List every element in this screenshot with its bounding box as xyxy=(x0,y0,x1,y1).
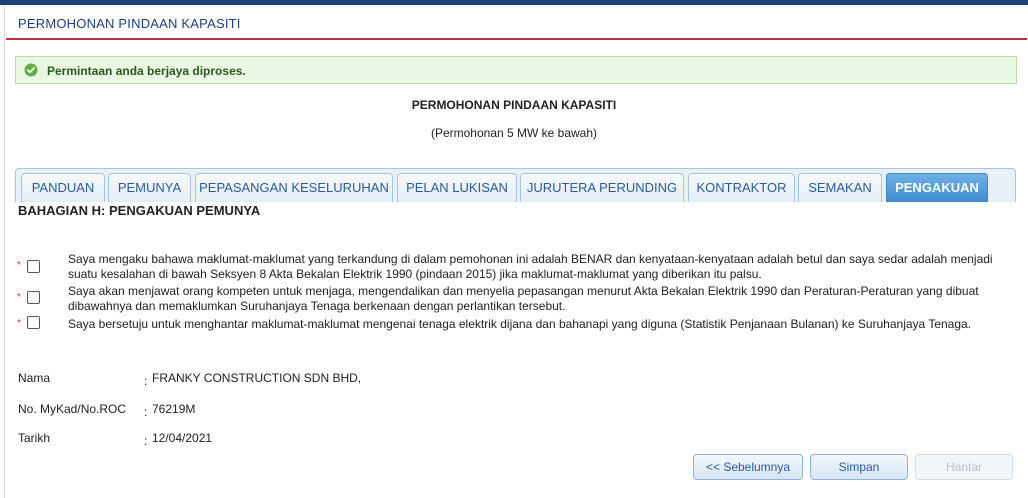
form-title: PERMOHONAN PINDAAN KAPASITI xyxy=(411,98,617,112)
left-border xyxy=(4,5,5,498)
previous-button[interactable]: << Sebelumnya xyxy=(693,454,803,480)
required-mark: * xyxy=(17,318,21,329)
tab-pengakuan[interactable]: PENGAKUAN xyxy=(886,173,988,202)
nama-label: Nama xyxy=(18,371,51,385)
tab-pelan-lukisan[interactable]: PELAN LUKISAN xyxy=(397,173,517,202)
check-circle-icon xyxy=(24,63,38,77)
nama-colon: : xyxy=(144,374,148,388)
submit-button[interactable]: Hantar xyxy=(915,454,1013,480)
tarikh-colon: : xyxy=(144,434,148,448)
tab-semakan[interactable]: SEMAKAN xyxy=(798,173,882,202)
nama-value: FRANKY CONSTRUCTION SDN BHD, xyxy=(152,371,362,385)
tab-pepasangan-keseluruhan[interactable]: PEPASANGAN KESELURUHAN xyxy=(195,173,393,202)
section-title: BAHAGIAN H: PENGAKUAN PEMUNYA xyxy=(18,203,261,218)
tab-jurutera-perunding[interactable]: JURUTERA PERUNDING xyxy=(520,173,684,202)
declaration-2-checkbox[interactable] xyxy=(27,291,40,304)
success-alert: Permintaan anda berjaya diproses. xyxy=(15,56,1017,84)
declaration-3-checkbox[interactable] xyxy=(27,316,40,329)
roc-colon: : xyxy=(144,405,148,419)
tab-pemunya[interactable]: PEMUNYA xyxy=(108,173,191,202)
form-subtitle: (Permohonan 5 MW ke bawah) xyxy=(430,126,598,140)
page-header: PERMOHONAN PINDAAN KAPASITI xyxy=(6,5,1027,40)
tarikh-label: Tarikh xyxy=(18,431,51,445)
tarikh-value: 12/04/2021 xyxy=(152,431,213,445)
declaration-1-checkbox[interactable] xyxy=(27,260,40,273)
page-title: PERMOHONAN PINDAAN KAPASITI xyxy=(18,16,241,31)
required-mark: * xyxy=(17,260,21,271)
declaration-1-text: Saya mengaku bahawa maklumat-maklumat ya… xyxy=(68,252,993,281)
roc-value: 76219M xyxy=(152,402,196,416)
tab-kontraktor[interactable]: KONTRAKTOR xyxy=(688,173,795,202)
tab-panduan[interactable]: PANDUAN xyxy=(21,173,105,202)
declaration-3-text: Saya bersetuju untuk menghantar maklumat… xyxy=(68,317,972,331)
alert-message: Permintaan anda berjaya diproses. xyxy=(47,64,246,78)
roc-label: No. MyKad/No.ROC xyxy=(18,402,127,416)
required-mark: * xyxy=(17,292,21,303)
save-button[interactable]: Simpan xyxy=(810,454,908,480)
declaration-2-text: Saya akan menjawat orang kompeten untuk … xyxy=(68,284,979,313)
